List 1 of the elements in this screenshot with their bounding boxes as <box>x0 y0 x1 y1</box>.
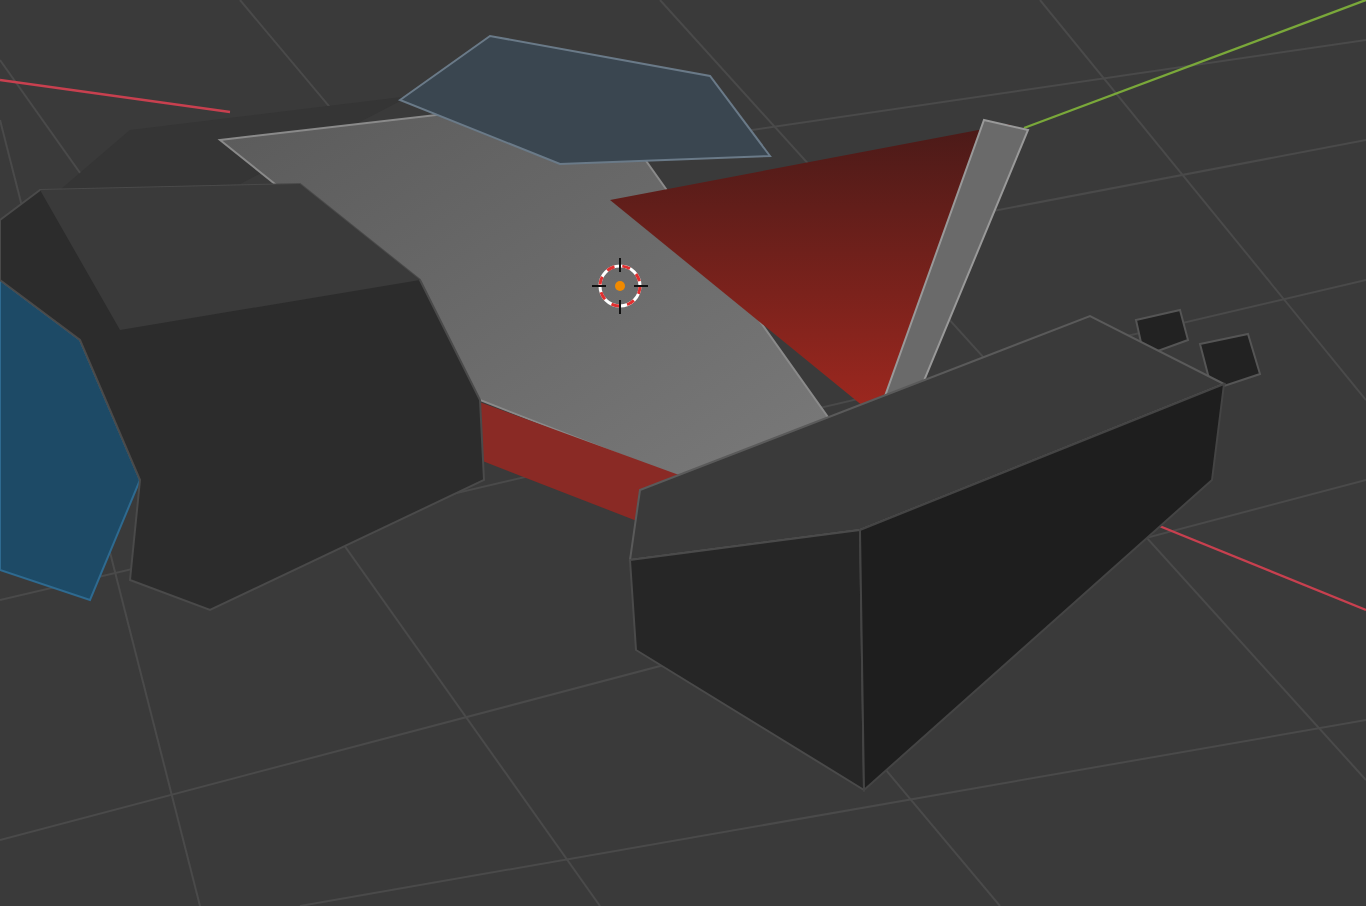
crosshair-icon[interactable] <box>591 257 649 315</box>
